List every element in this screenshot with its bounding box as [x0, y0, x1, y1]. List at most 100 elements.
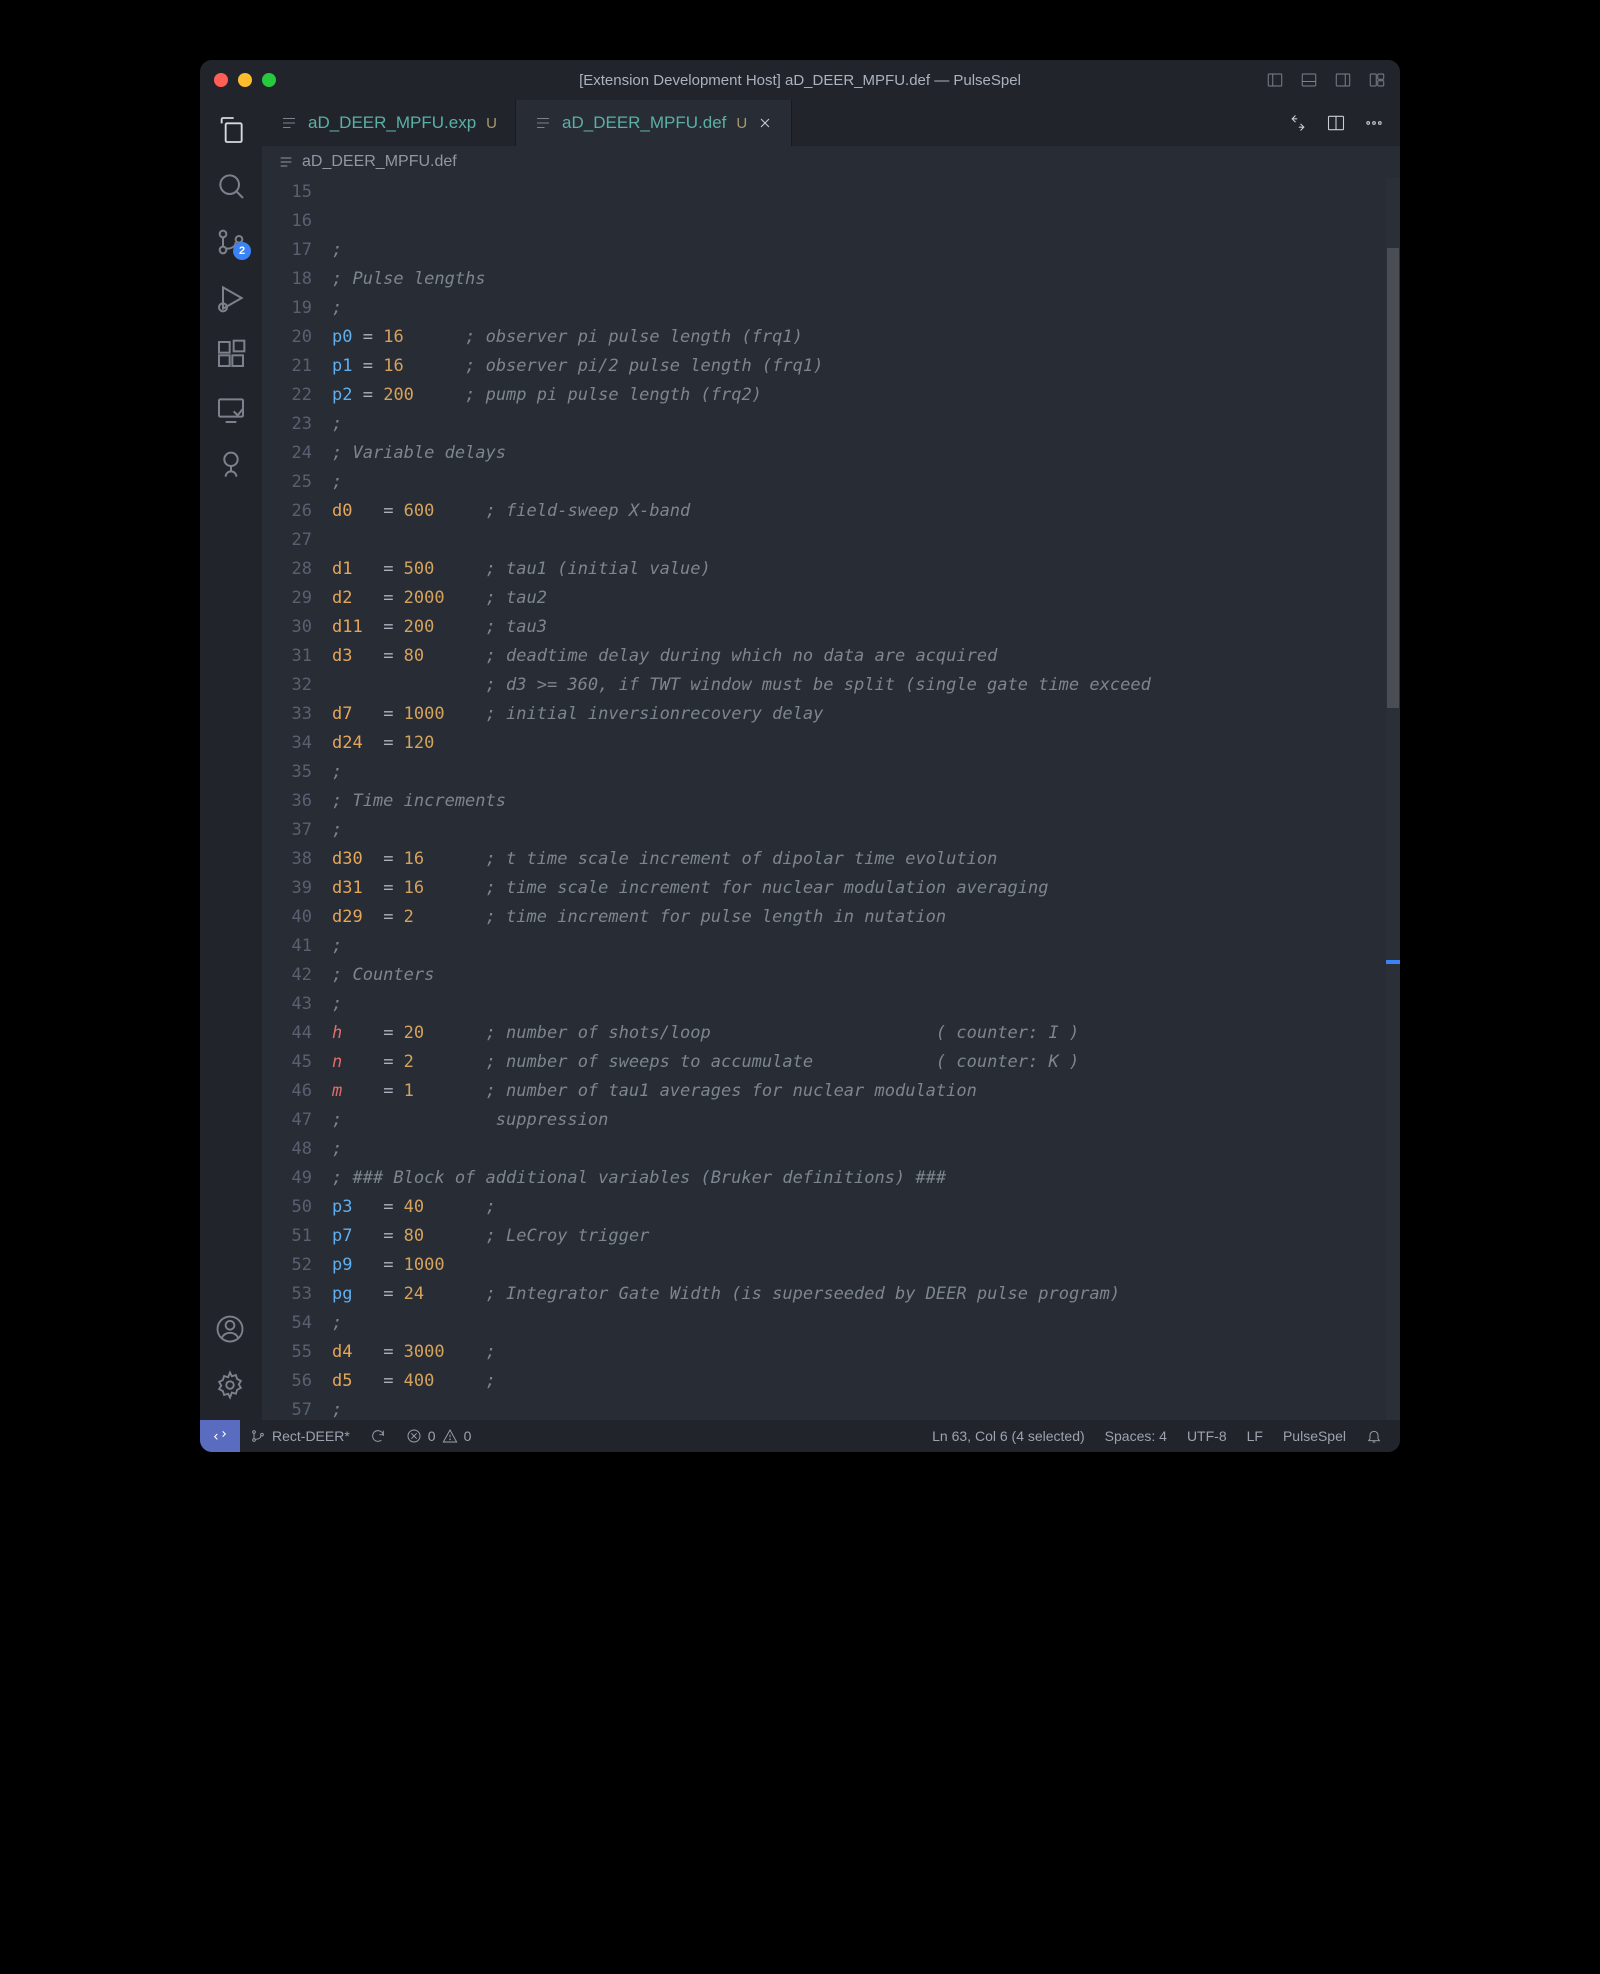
line-number: 27	[262, 526, 312, 555]
code-line[interactable]: d5 = 400 ;	[332, 1367, 1400, 1396]
code-line[interactable]: d24 = 120	[332, 729, 1400, 758]
compare-icon[interactable]	[1288, 113, 1308, 133]
code-line[interactable]: ;	[332, 294, 1400, 323]
line-number: 57	[262, 1396, 312, 1420]
settings-gear-icon[interactable]	[215, 1370, 247, 1402]
code-line[interactable]: ; d3 >= 360, if TWT window must be split…	[332, 671, 1400, 700]
code-line[interactable]: ;	[332, 1309, 1400, 1338]
tab-modified-indicator: U	[736, 115, 747, 132]
line-number: 46	[262, 1077, 312, 1106]
remote-explorer-icon[interactable]	[215, 394, 247, 426]
code-line[interactable]: ;	[332, 410, 1400, 439]
tab-name: aD_DEER_MPFU.def	[562, 113, 726, 133]
panel-left-icon[interactable]	[1266, 71, 1284, 89]
indent-indicator[interactable]: Spaces: 4	[1095, 1428, 1177, 1444]
window-maximize-button[interactable]	[262, 73, 276, 87]
encoding-indicator[interactable]: UTF-8	[1177, 1428, 1237, 1444]
code-line[interactable]: pg = 24 ; Integrator Gate Width (is supe…	[332, 1280, 1400, 1309]
breadcrumb[interactable]: aD_DEER_MPFU.def	[262, 146, 1400, 178]
code-line[interactable]: d7 = 1000 ; initial inversionrecovery de…	[332, 700, 1400, 729]
notifications-icon[interactable]	[1356, 1428, 1392, 1444]
panel-bottom-icon[interactable]	[1300, 71, 1318, 89]
code-line[interactable]: d2 = 2000 ; tau2	[332, 584, 1400, 613]
code-line[interactable]: ;	[332, 932, 1400, 961]
line-number: 30	[262, 613, 312, 642]
code-line[interactable]: ;	[332, 1135, 1400, 1164]
language-indicator[interactable]: PulseSpel	[1273, 1428, 1356, 1444]
split-editor-icon[interactable]	[1326, 113, 1346, 133]
code-line[interactable]	[332, 526, 1400, 555]
layout-icon[interactable]	[1368, 71, 1386, 89]
tabs-bar: aD_DEER_MPFU.exp U aD_DEER_MPFU.def U	[262, 100, 1400, 146]
file-icon	[534, 114, 552, 132]
code-line[interactable]: d0 = 600 ; field-sweep X-band	[332, 497, 1400, 526]
line-number: 18	[262, 265, 312, 294]
tab-exp[interactable]: aD_DEER_MPFU.exp U	[262, 100, 516, 146]
code-line[interactable]: ;	[332, 990, 1400, 1019]
code-line[interactable]: h = 20 ; number of shots/loop ( counter:…	[332, 1019, 1400, 1048]
search-icon[interactable]	[215, 170, 247, 202]
scrollbar-thumb[interactable]	[1387, 248, 1399, 708]
extensions-icon[interactable]	[215, 338, 247, 370]
code-line[interactable]: ;	[332, 758, 1400, 787]
code-line[interactable]: ;	[332, 1396, 1400, 1420]
code-line[interactable]: ; Pulse lengths	[332, 265, 1400, 294]
branch-indicator[interactable]: Rect-DEER*	[240, 1428, 360, 1444]
code-line[interactable]: ; ### Block of additional variables (Bru…	[332, 1164, 1400, 1193]
status-bar: Rect-DEER* 0 0 Ln 63, Col 6 (4 selected)…	[200, 1420, 1400, 1452]
code-line[interactable]: d30 = 16 ; t time scale increment of dip…	[332, 845, 1400, 874]
remote-indicator[interactable]	[200, 1420, 240, 1452]
line-number: 21	[262, 352, 312, 381]
breadcrumb-text: aD_DEER_MPFU.def	[302, 153, 457, 171]
window-minimize-button[interactable]	[238, 73, 252, 87]
code-line[interactable]: ;	[332, 816, 1400, 845]
code-line[interactable]: ;	[332, 236, 1400, 265]
code-line[interactable]: ; Variable delays	[332, 439, 1400, 468]
code-line[interactable]: ;	[332, 468, 1400, 497]
panel-right-icon[interactable]	[1334, 71, 1352, 89]
line-number: 41	[262, 932, 312, 961]
code-line[interactable]: d29 = 2 ; time increment for pulse lengt…	[332, 903, 1400, 932]
code-line[interactable]: p1 = 16 ; observer pi/2 pulse length (fr…	[332, 352, 1400, 381]
code-line[interactable]: p2 = 200 ; pump pi pulse length (frq2)	[332, 381, 1400, 410]
run-debug-icon[interactable]	[215, 282, 247, 314]
scrollbar[interactable]	[1386, 178, 1400, 1420]
eol-indicator[interactable]: LF	[1237, 1428, 1273, 1444]
sync-indicator[interactable]	[360, 1428, 396, 1444]
code-line[interactable]: n = 2 ; number of sweeps to accumulate (…	[332, 1048, 1400, 1077]
tree-icon[interactable]	[215, 450, 247, 482]
code-line[interactable]: m = 1 ; number of tau1 averages for nucl…	[332, 1077, 1400, 1106]
cursor-position[interactable]: Ln 63, Col 6 (4 selected)	[922, 1428, 1095, 1444]
code-line[interactable]: ; suppression	[332, 1106, 1400, 1135]
line-number: 26	[262, 497, 312, 526]
code-line[interactable]: d1 = 500 ; tau1 (initial value)	[332, 555, 1400, 584]
line-number: 49	[262, 1164, 312, 1193]
code-line[interactable]: ; Time increments	[332, 787, 1400, 816]
line-numbers: 1516171819202122232425262728293031323334…	[262, 178, 332, 1420]
code-line[interactable]: p0 = 16 ; observer pi pulse length (frq1…	[332, 323, 1400, 352]
code-line[interactable]: d4 = 3000 ;	[332, 1338, 1400, 1367]
line-number: 31	[262, 642, 312, 671]
window-close-button[interactable]	[214, 73, 228, 87]
code-line[interactable]: p3 = 40 ;	[332, 1193, 1400, 1222]
editor-area: aD_DEER_MPFU.exp U aD_DEER_MPFU.def U	[262, 100, 1400, 1420]
code-line[interactable]: d3 = 80 ; deadtime delay during which no…	[332, 642, 1400, 671]
line-number: 48	[262, 1135, 312, 1164]
code-line[interactable]: p7 = 80 ; LeCroy trigger	[332, 1222, 1400, 1251]
source-control-icon[interactable]: 2	[215, 226, 247, 258]
explorer-icon[interactable]	[215, 114, 247, 146]
close-icon[interactable]	[757, 115, 773, 131]
line-number: 55	[262, 1338, 312, 1367]
tab-def[interactable]: aD_DEER_MPFU.def U	[516, 100, 792, 146]
line-number: 47	[262, 1106, 312, 1135]
code-line[interactable]: d11 = 200 ; tau3	[332, 613, 1400, 642]
code-line[interactable]: d31 = 16 ; time scale increment for nucl…	[332, 874, 1400, 903]
account-icon[interactable]	[215, 1314, 247, 1346]
code-line[interactable]: p9 = 1000	[332, 1251, 1400, 1280]
problems-indicator[interactable]: 0 0	[396, 1428, 482, 1444]
line-number: 29	[262, 584, 312, 613]
editor[interactable]: 1516171819202122232425262728293031323334…	[262, 178, 1400, 1420]
more-icon[interactable]	[1364, 113, 1384, 133]
code-content[interactable]: ;; Pulse lengths;p0 = 16 ; observer pi p…	[332, 178, 1400, 1420]
code-line[interactable]: ; Counters	[332, 961, 1400, 990]
